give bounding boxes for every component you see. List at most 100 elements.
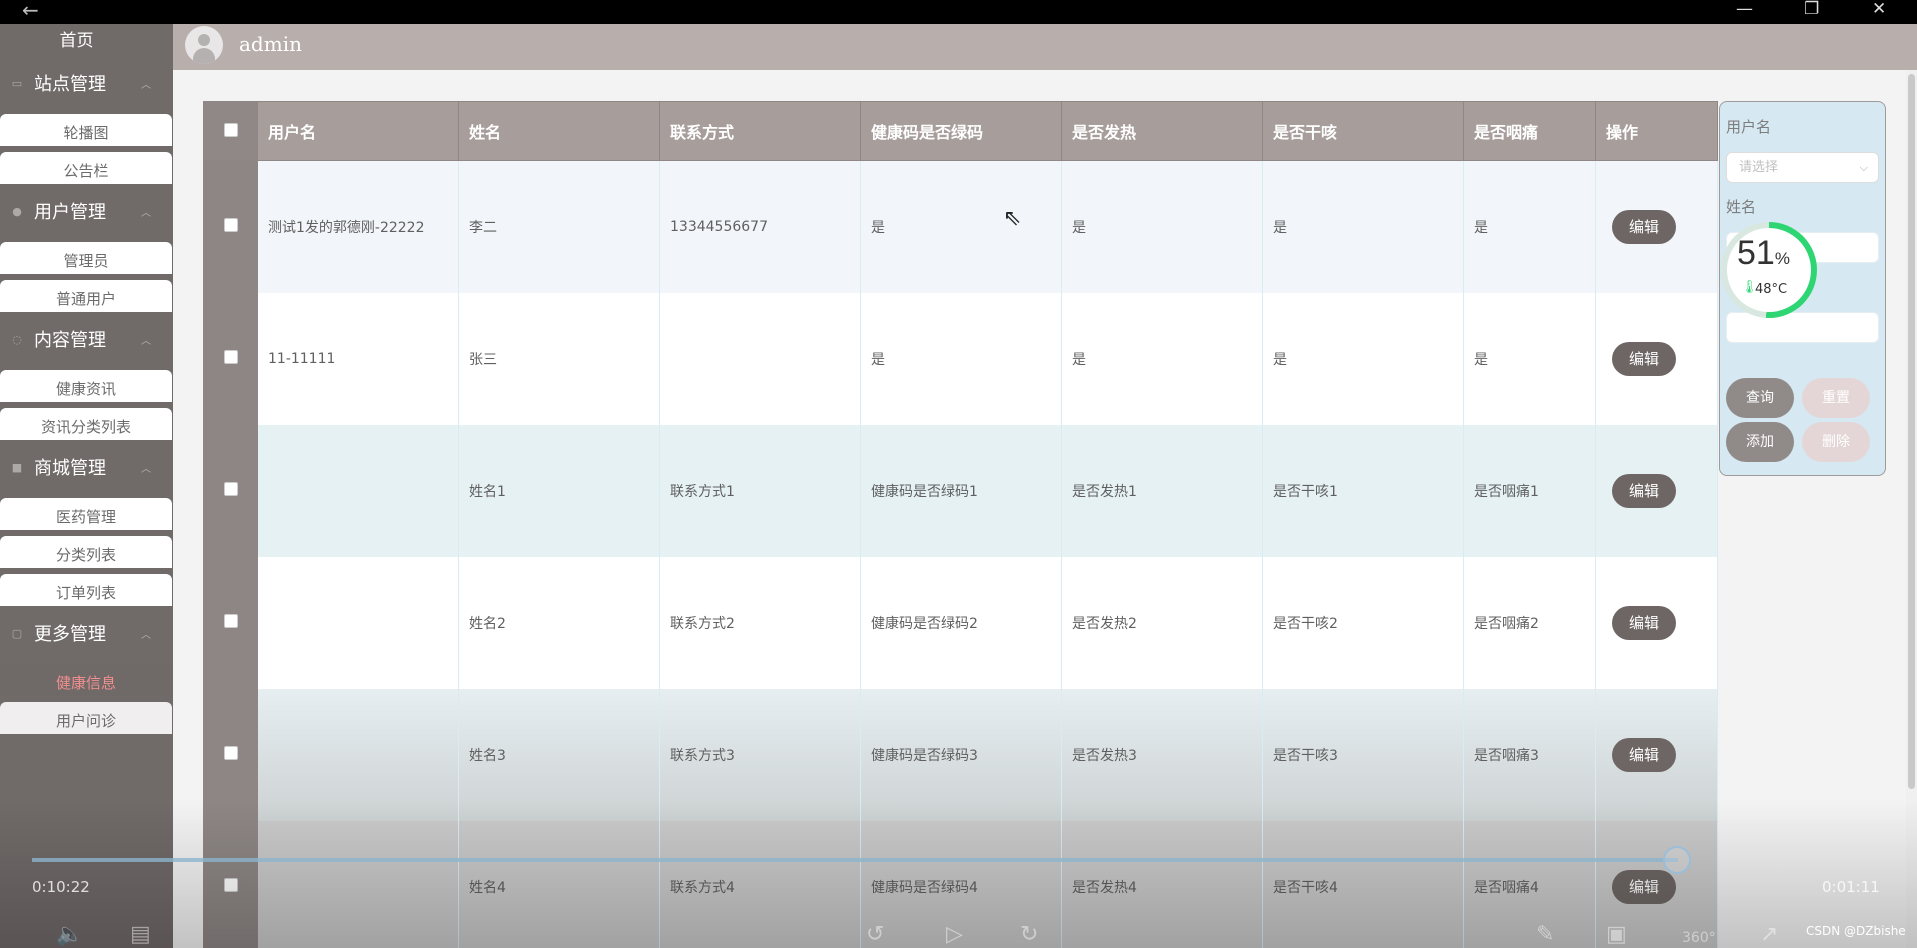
close-icon[interactable]: ✕ — [1872, 0, 1886, 19]
table-cell: 张三 — [458, 292, 660, 425]
sidebar-item[interactable]: 医药管理 — [0, 498, 172, 530]
edit-button[interactable]: 编辑 — [1612, 605, 1676, 640]
gauge-percent: 51% — [1737, 234, 1790, 273]
table-cell: 是 — [1463, 160, 1596, 293]
username-select-placeholder: 请选择 — [1739, 160, 1779, 175]
scrollbar-thumb[interactable] — [1908, 74, 1915, 789]
chevron-down-icon: ⌵ — [1859, 161, 1868, 174]
sidebar-item[interactable]: 公告栏 — [0, 152, 172, 184]
play-icon[interactable]: ▷ — [946, 922, 963, 947]
username[interactable]: admin — [239, 32, 302, 56]
health-info-table: 用户名 姓名 联系方式 健康码是否绿码 是否发热 是否干咳 是否咽痛 操作 测试1发的郭德刚-… — [203, 101, 1718, 948]
table-cell: 是 — [1262, 160, 1464, 293]
watermark: CSDN @DZbishe — [1806, 924, 1906, 938]
query-button[interactable]: 查询 — [1726, 378, 1794, 418]
column-header: 是否咽痛 — [1463, 101, 1596, 161]
video-progress-knob[interactable] — [1663, 846, 1691, 874]
username-select[interactable]: 请选择 ⌵ — [1726, 152, 1879, 183]
table-cell: 测试1发的郭德刚-22222 — [257, 160, 459, 293]
add-button[interactable]: 添加 — [1726, 422, 1794, 462]
edit-button[interactable]: 编辑 — [1612, 869, 1676, 904]
sidebar-group[interactable]: ▢ 更多管理 ︿ — [0, 608, 173, 658]
fullscreen-icon[interactable]: ↗ — [1760, 922, 1778, 947]
avatar[interactable] — [185, 26, 223, 64]
sidebar-item[interactable]: 健康信息 — [0, 664, 172, 696]
table-cell — [257, 688, 459, 821]
table-cell: 姓名3 — [458, 688, 660, 821]
vertical-scrollbar[interactable] — [1906, 70, 1917, 948]
row-checkbox[interactable] — [223, 613, 238, 628]
sidebar-group[interactable]: ● 用户管理 ︿ — [0, 186, 173, 236]
table-cell: 是否发热4 — [1061, 820, 1263, 948]
chevron-up-icon: ︿ — [141, 335, 151, 347]
forward-icon[interactable]: ↻ — [1020, 922, 1038, 947]
column-header: 联系方式 — [659, 101, 861, 161]
extra-input[interactable] — [1726, 312, 1879, 343]
sidebar-item[interactable]: 管理员 — [0, 242, 172, 274]
sidebar-item[interactable]: 分类列表 — [0, 536, 172, 568]
sidebar-item[interactable]: 健康资讯 — [0, 370, 172, 402]
sidebar-group-title: 用户管理 — [34, 202, 106, 223]
table-cell: 健康码是否绿码1 — [860, 424, 1062, 557]
back-arrow-icon[interactable]: ← — [22, 0, 39, 22]
sidebar-item[interactable]: 用户问诊 — [0, 702, 172, 734]
table-cell: 联系方式3 — [659, 688, 861, 821]
sidebar-group-title: 更多管理 — [34, 624, 106, 645]
username-label: 用户名 — [1726, 118, 1772, 136]
minimize-icon[interactable]: — — [1736, 0, 1753, 19]
volume-icon[interactable]: 🔈 — [56, 922, 83, 947]
sidebar-item[interactable]: 订单列表 — [0, 574, 172, 606]
sidebar-item[interactable]: 普通用户 — [0, 280, 172, 312]
column-header: 操作 — [1595, 101, 1718, 161]
edit-pen-icon[interactable]: ✎ — [1536, 922, 1554, 947]
cpu-usage-gauge[interactable]: 51% 🌡 48°C — [1721, 222, 1817, 318]
sidebar-item[interactable]: 资讯分类列表 — [0, 408, 172, 440]
row-checkbox[interactable] — [223, 217, 238, 232]
select-all-checkbox[interactable] — [223, 122, 238, 137]
chevron-up-icon: ︿ — [141, 463, 151, 475]
vr-360-icon[interactable]: 360° — [1682, 930, 1716, 946]
row-checkbox[interactable] — [223, 877, 238, 892]
column-header: 是否干咳 — [1262, 101, 1464, 161]
table-cell — [257, 820, 459, 948]
row-checkbox[interactable] — [223, 745, 238, 760]
row-checkbox[interactable] — [223, 481, 238, 496]
sidebar-group[interactable]: ■ 商城管理 ︿ — [0, 442, 173, 492]
avatar-body — [193, 48, 215, 64]
row-checkbox[interactable] — [223, 349, 238, 364]
sidebar-menu: 首页 ▭ 站点管理 ︿ 轮播图公告栏 ● 用户管理 ︿ 管理员普通用户 ◌ 内容管理 ︿ 健康资讯资讯… — [0, 24, 173, 948]
table-cell: 是否咽痛4 — [1463, 820, 1596, 948]
rewind-icon[interactable]: ↺ — [866, 922, 884, 947]
window-titlebar: ← — ❐ ✕ — [0, 0, 1917, 24]
edit-button[interactable]: 编辑 — [1612, 737, 1676, 772]
table-cell: 是否干咳3 — [1262, 688, 1464, 821]
video-total-time: 0:01:11 — [1822, 878, 1880, 896]
video-progress-track[interactable] — [32, 858, 1678, 862]
sidebar-item[interactable]: 轮播图 — [0, 114, 172, 146]
table-cell: 是否发热1 — [1061, 424, 1263, 557]
maximize-icon[interactable]: ❐ — [1804, 0, 1819, 19]
sidebar-group[interactable]: ◌ 内容管理 ︿ — [0, 314, 173, 364]
reset-button[interactable]: 重置 — [1802, 378, 1870, 418]
screenshot-icon[interactable]: ▣ — [1606, 922, 1627, 947]
table-cell: 是否发热3 — [1061, 688, 1263, 821]
user-icon: ● — [12, 204, 22, 218]
table-cell: 联系方式4 — [659, 820, 861, 948]
table-cell: 是否干咳2 — [1262, 556, 1464, 689]
screen: ← — ❐ ✕ 首页 ▭ 站点管理 ︿ 轮播图公告栏 ● 用户管理 ︿ 管理员普通用户 ◌ 内容管… — [0, 0, 1917, 948]
video-current-time: 0:10:22 — [32, 878, 90, 896]
chevron-up-icon: ︿ — [141, 629, 151, 641]
subtitles-icon[interactable]: ▤ — [130, 922, 151, 947]
avatar-head — [198, 34, 210, 46]
table-row: 测试1发的郭德刚-22222 李二 13344556677 是是是是编辑 — [203, 160, 1718, 293]
edit-button[interactable]: 编辑 — [1612, 473, 1676, 508]
sidebar-group[interactable]: ▭ 站点管理 ︿ — [0, 58, 173, 108]
table-cell: 联系方式1 — [659, 424, 861, 557]
table-cell: 健康码是否绿码3 — [860, 688, 1062, 821]
row-select-cell — [203, 688, 258, 821]
edit-button[interactable]: 编辑 — [1612, 341, 1676, 376]
delete-button[interactable]: 删除 — [1802, 422, 1870, 462]
edit-button[interactable]: 编辑 — [1612, 209, 1676, 244]
gauge-percent-value: 51 — [1737, 234, 1775, 272]
sidebar-home[interactable]: 首页 — [0, 24, 173, 58]
